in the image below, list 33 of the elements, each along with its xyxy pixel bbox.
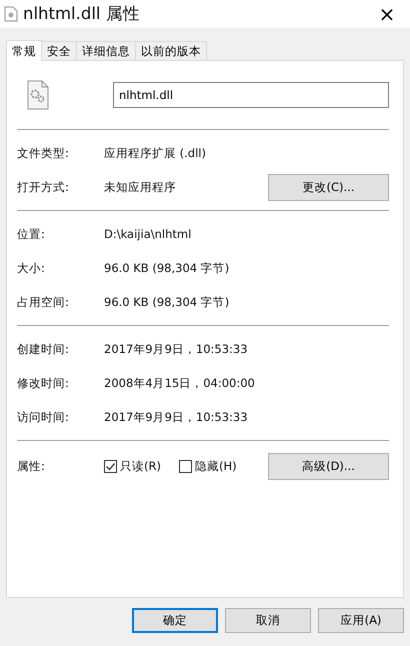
checkbox[interactable] [104, 460, 117, 472]
field-label: 占用空间: [17, 294, 70, 310]
advanced-button[interactable]: 高级(D)... [268, 452, 389, 480]
field-value: 2017年9月9日，10:53:33 [104, 410, 249, 424]
field-value: 应用程序扩展 (.dll) [104, 146, 207, 160]
change-button[interactable]: 更改(C)... [268, 174, 389, 200]
checkbox[interactable] [178, 460, 192, 472]
checkbox-label[interactable]: 只读(R) [120, 458, 161, 474]
field-value: D:\kaijia\nlhtml [104, 227, 192, 241]
window-title: nlhtml.dll 属性 [23, 3, 141, 25]
field-value: 2008年4月15日，04:00:00 [104, 376, 256, 390]
field-value: 2017年9月9日，10:53:33 [104, 342, 249, 356]
field-value: 未知应用程序 [104, 180, 177, 194]
tab[interactable]: 常规 [6, 40, 42, 61]
field-label: 访问时间: [17, 410, 70, 424]
file-icon [4, 6, 18, 22]
dialog-button[interactable]: 应用(A) [318, 608, 404, 633]
field-label: 文件类型: [17, 146, 70, 160]
gear-file-icon [27, 80, 49, 110]
dialog-button[interactable]: 确定 [132, 608, 218, 633]
field-label: 创建时间: [17, 342, 70, 356]
field-label: 大小: [17, 260, 46, 276]
tab[interactable]: 安全 [41, 41, 77, 60]
file-name-field[interactable]: nlhtml.dll [113, 82, 389, 108]
field-label: 位置: [17, 226, 46, 242]
checkbox-label[interactable]: 隐藏(H) [194, 458, 237, 474]
field-value: 96.0 KB (98,304 字节) [104, 294, 230, 310]
dialog-button[interactable]: 取消 [225, 608, 311, 633]
field-value: 96.0 KB (98,304 字节) [104, 260, 230, 276]
field-label: 修改时间: [17, 376, 70, 390]
field-label: 打开方式: [17, 180, 70, 194]
tab[interactable]: 以前的版本 [135, 41, 207, 60]
field-label: 属性: [17, 458, 46, 474]
